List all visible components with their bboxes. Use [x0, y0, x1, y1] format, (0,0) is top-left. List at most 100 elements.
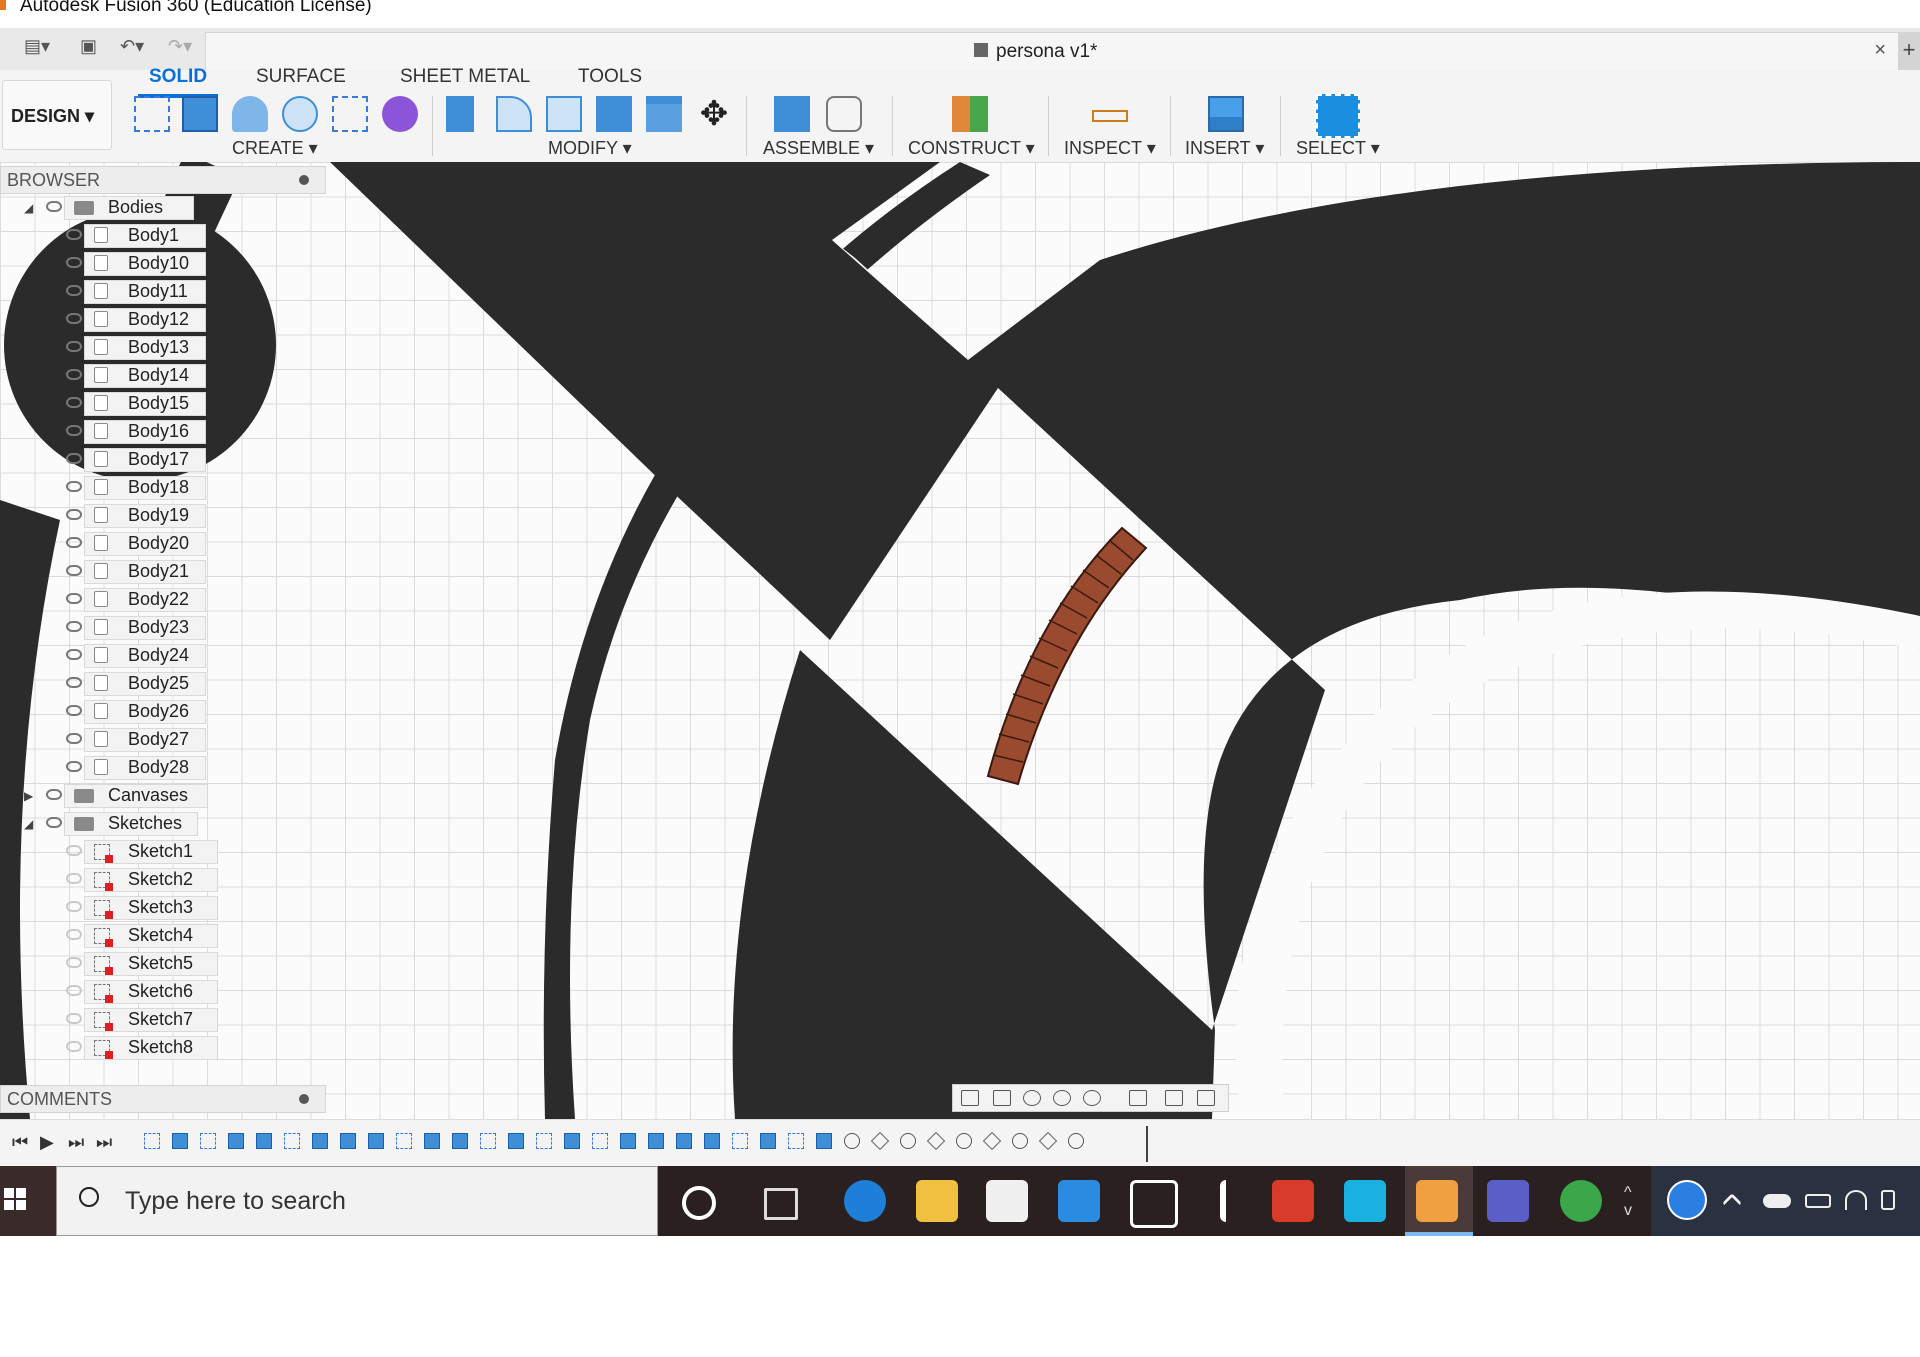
- timeline-feature-sketch-icon[interactable]: [144, 1133, 160, 1149]
- timeline-feature-joint-icon[interactable]: [1068, 1133, 1084, 1149]
- tab-tools[interactable]: TOOLS: [578, 66, 642, 88]
- timeline-feature-sketch-icon[interactable]: [480, 1133, 496, 1149]
- create-menu[interactable]: CREATE ▾: [232, 138, 318, 159]
- pan-icon[interactable]: [1023, 1090, 1041, 1106]
- visibility-eye-icon[interactable]: [66, 509, 82, 520]
- visibility-eye-icon[interactable]: [66, 1041, 82, 1052]
- browser-folder-canvases[interactable]: ▶ Canvases: [0, 784, 330, 808]
- insert-menu[interactable]: INSERT ▾: [1185, 138, 1264, 159]
- browser-sketch-item[interactable]: Sketch4: [0, 924, 330, 948]
- timeline-feature-move-icon[interactable]: [870, 1131, 890, 1151]
- show-hidden-icons-icon[interactable]: [1722, 1193, 1742, 1213]
- visibility-eye-icon[interactable]: [66, 425, 82, 436]
- battery-icon[interactable]: [1805, 1194, 1831, 1208]
- timeline-feature-sketch-icon[interactable]: [592, 1133, 608, 1149]
- app-c-icon[interactable]: [1344, 1180, 1386, 1222]
- timeline-feature-sketch-icon[interactable]: [536, 1133, 552, 1149]
- store-icon[interactable]: [986, 1180, 1028, 1222]
- tab-solid[interactable]: SOLID: [149, 66, 207, 88]
- visibility-eye-icon[interactable]: [66, 229, 82, 240]
- browser-sketch-item[interactable]: Sketch1: [0, 840, 330, 864]
- visibility-eye-icon[interactable]: [66, 705, 82, 716]
- move-icon[interactable]: ✥: [696, 96, 732, 132]
- visibility-eye-icon[interactable]: [46, 817, 62, 828]
- collapse-arrow-icon[interactable]: ◢: [24, 817, 33, 831]
- timeline-feature-joint-icon[interactable]: [900, 1133, 916, 1149]
- visibility-eye-icon[interactable]: [66, 369, 82, 380]
- timeline-last-button[interactable]: ⏭: [96, 1132, 112, 1153]
- browser-header[interactable]: BROWSER: [0, 166, 326, 194]
- timeline-feature-move-icon[interactable]: [1038, 1131, 1058, 1151]
- visibility-eye-icon[interactable]: [66, 537, 82, 548]
- browser-body-item[interactable]: Body25: [0, 672, 330, 696]
- browser-sketch-item[interactable]: Sketch3: [0, 896, 330, 920]
- visibility-eye-icon[interactable]: [66, 677, 82, 688]
- construct-menu[interactable]: CONSTRUCT ▾: [908, 138, 1035, 159]
- browser-sketch-item[interactable]: Sketch8: [0, 1036, 330, 1060]
- browser-body-item[interactable]: Body15: [0, 392, 330, 416]
- visibility-eye-icon[interactable]: [46, 201, 62, 212]
- browser-folder-sketches[interactable]: ◢ Sketches: [0, 812, 330, 836]
- split-body-icon[interactable]: [646, 96, 682, 132]
- browser-body-item[interactable]: Body16: [0, 420, 330, 444]
- inspect-menu[interactable]: INSPECT ▾: [1064, 138, 1156, 159]
- timeline-marker[interactable]: [1146, 1126, 1148, 1162]
- visibility-eye-icon[interactable]: [66, 397, 82, 408]
- timeline-next-button[interactable]: ⏭: [68, 1132, 84, 1153]
- measure-icon[interactable]: [1092, 110, 1128, 122]
- visibility-eye-icon[interactable]: [66, 593, 82, 604]
- pattern-icon[interactable]: [332, 96, 368, 132]
- visibility-eye-icon[interactable]: [66, 761, 82, 772]
- tab-sheet-metal[interactable]: SHEET METAL: [400, 66, 530, 88]
- start-button[interactable]: [0, 1166, 56, 1236]
- timeline-feature-extrude-icon[interactable]: [340, 1133, 356, 1149]
- browser-body-item[interactable]: Body14: [0, 364, 330, 388]
- timeline-feature-extrude-icon[interactable]: [564, 1133, 580, 1149]
- timeline-feature-extrude-icon[interactable]: [368, 1133, 384, 1149]
- visibility-eye-icon[interactable]: [66, 565, 82, 576]
- visibility-eye-icon[interactable]: [66, 733, 82, 744]
- browser-body-item[interactable]: Body17: [0, 448, 330, 472]
- offset-plane-icon[interactable]: [952, 96, 988, 132]
- shell-icon[interactable]: [546, 96, 582, 132]
- visibility-eye-icon[interactable]: [66, 257, 82, 268]
- browser-body-item[interactable]: Body24: [0, 644, 330, 668]
- volume-icon[interactable]: [1881, 1190, 1895, 1210]
- timeline-feature-extrude-icon[interactable]: [312, 1133, 328, 1149]
- revolve-icon[interactable]: [232, 96, 268, 132]
- browser-sketch-item[interactable]: Sketch5: [0, 952, 330, 976]
- dropbox-icon[interactable]: [1130, 1180, 1178, 1228]
- extrude-icon[interactable]: [182, 96, 218, 132]
- timeline-feature-extrude-icon[interactable]: [452, 1133, 468, 1149]
- tab-surface[interactable]: SURFACE: [256, 66, 346, 88]
- pin-icon[interactable]: [299, 175, 309, 185]
- browser-body-item[interactable]: Body22: [0, 588, 330, 612]
- timeline-feature-sketch-icon[interactable]: [732, 1133, 748, 1149]
- timeline-feature-extrude-icon[interactable]: [760, 1133, 776, 1149]
- app-green-icon[interactable]: [1560, 1180, 1602, 1222]
- visibility-eye-icon[interactable]: [66, 481, 82, 492]
- browser-body-item[interactable]: Body1: [0, 224, 330, 248]
- timeline-feature-extrude-icon[interactable]: [648, 1133, 664, 1149]
- visibility-eye-icon[interactable]: [66, 313, 82, 324]
- browser-sketch-item[interactable]: Sketch6: [0, 980, 330, 1004]
- timeline-feature-extrude-icon[interactable]: [816, 1133, 832, 1149]
- browser-sketch-item[interactable]: Sketch2: [0, 868, 330, 892]
- timeline-feature-extrude-icon[interactable]: [256, 1133, 272, 1149]
- edge-icon[interactable]: [844, 1180, 886, 1222]
- timeline-feature-sketch-icon[interactable]: [396, 1133, 412, 1149]
- browser-body-item[interactable]: Body12: [0, 308, 330, 332]
- timeline-feature-joint-icon[interactable]: [956, 1133, 972, 1149]
- mail-icon[interactable]: [1058, 1180, 1100, 1222]
- help-icon[interactable]: [1667, 1180, 1707, 1220]
- browser-sketch-item[interactable]: Sketch7: [0, 1008, 330, 1032]
- timeline-feature-move-icon[interactable]: [926, 1131, 946, 1151]
- form-icon[interactable]: [382, 96, 418, 132]
- pin-icon[interactable]: [299, 1094, 309, 1104]
- browser-body-item[interactable]: Body10: [0, 252, 330, 276]
- expand-arrow-icon[interactable]: ▶: [24, 789, 33, 803]
- collapse-arrow-icon[interactable]: ◢: [24, 201, 33, 215]
- timeline-feature-extrude-icon[interactable]: [424, 1133, 440, 1149]
- zoom-icon[interactable]: [1053, 1090, 1071, 1106]
- browser-body-item[interactable]: Body11: [0, 280, 330, 304]
